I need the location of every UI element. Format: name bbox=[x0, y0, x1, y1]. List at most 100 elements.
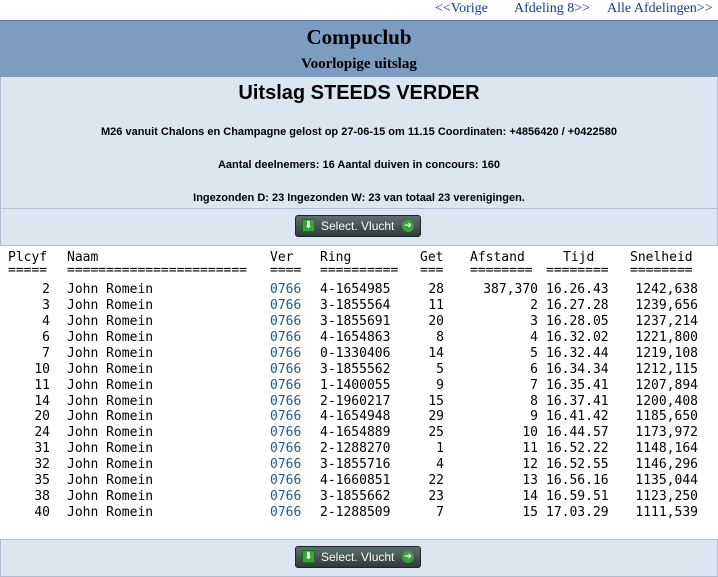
cell-naam: John Romein bbox=[67, 473, 154, 489]
cell-plcyf: 40 bbox=[34, 505, 50, 521]
cell-tijd: 16.44.57 bbox=[546, 425, 609, 441]
cell-afstand: 387,370 bbox=[483, 282, 538, 297]
cell-tijd: 16.26.43 bbox=[546, 282, 609, 297]
cell-ring: 4-1654948 bbox=[320, 409, 391, 425]
cell-ver[interactable]: 0766 bbox=[270, 282, 301, 298]
cell-ver[interactable]: 0766 bbox=[270, 425, 301, 441]
table-row: 11 John Romein 0766 1-1400055 9 7 16.35.41 1207… bbox=[0, 378, 718, 394]
cell-get: 14 bbox=[428, 345, 444, 361]
select-flight-button[interactable]: ⬇ Select. Vlucht ➔ bbox=[295, 215, 421, 237]
cell-naam: John Romein bbox=[67, 329, 154, 345]
cell-naam: John Romein bbox=[67, 361, 154, 377]
result-title: Uitslag STEEDS VERDER bbox=[238, 82, 480, 104]
cell-naam: John Romein bbox=[67, 457, 154, 473]
cell-get: 23 bbox=[428, 489, 444, 505]
cell-snelheid: 1135,044 bbox=[635, 473, 698, 489]
cell-tijd: 16.59.51 bbox=[546, 489, 609, 505]
participants-info: Aantal deelnemers: 16 Aantal duiven in c… bbox=[217, 159, 500, 171]
cell-ver[interactable]: 0766 bbox=[270, 409, 301, 425]
cell-get: 20 bbox=[428, 313, 444, 329]
underline-ver: ==== bbox=[270, 263, 302, 278]
cell-ver[interactable]: 0766 bbox=[270, 489, 301, 505]
table-row: 20 John Romein 0766 4-1654948 29 9 16.41.42 118… bbox=[0, 409, 718, 425]
cell-get: 8 bbox=[436, 329, 444, 345]
cell-get: 15 bbox=[428, 393, 444, 409]
top-navigation: <<Vorige Afdeling 8>> Alle Afdelingen>> bbox=[0, 0, 718, 20]
cell-snelheid: 1123,250 bbox=[635, 489, 698, 505]
underline-tijd: ======== bbox=[546, 263, 609, 278]
cell-get: 28 bbox=[428, 282, 444, 297]
cell-get: 22 bbox=[428, 473, 444, 489]
table-row: 14 John Romein 0766 2-1960217 15 8 16.37.41 120… bbox=[0, 394, 718, 410]
underline-plc: ===== bbox=[8, 263, 48, 278]
bottom-button-bar: ⬇ Select. Vlucht ➔ bbox=[0, 539, 718, 577]
download-icon: ⬇ bbox=[302, 219, 315, 232]
page-header: Compuclub Voorlopige uitslag bbox=[0, 20, 718, 77]
cell-plcyf: 11 bbox=[34, 377, 50, 393]
cell-naam: John Romein bbox=[67, 345, 154, 361]
cell-get: 9 bbox=[436, 377, 444, 393]
cell-snelheid: 1242,638 bbox=[635, 282, 698, 297]
underline-afstand: ======== bbox=[470, 263, 533, 278]
cell-plcyf: 2 bbox=[42, 282, 50, 297]
cell-afstand: 14 bbox=[522, 489, 538, 505]
cell-ver[interactable]: 0766 bbox=[270, 314, 301, 330]
cell-ring: 2-1288509 bbox=[320, 505, 391, 521]
cell-plcyf: 35 bbox=[34, 473, 50, 489]
cell-snelheid: 1200,408 bbox=[635, 393, 698, 409]
cell-plcyf: 31 bbox=[34, 441, 50, 457]
cell-naam: John Romein bbox=[67, 393, 154, 409]
cell-ver[interactable]: 0766 bbox=[270, 473, 301, 489]
cell-naam: John Romein bbox=[67, 489, 154, 505]
cell-naam: John Romein bbox=[67, 505, 154, 521]
cell-ver[interactable]: 0766 bbox=[270, 362, 301, 378]
cell-ver[interactable]: 0766 bbox=[270, 298, 301, 314]
cell-plcyf: 38 bbox=[34, 489, 50, 505]
select-flight-label: Select. Vlucht bbox=[321, 219, 395, 233]
arrow-right-icon: ➔ bbox=[402, 551, 414, 563]
cell-plcyf: 6 bbox=[42, 329, 50, 345]
cell-afstand: 9 bbox=[530, 409, 538, 425]
table-row: 7 John Romein 0766 0-1330406 14 5 16.32.44 1219… bbox=[0, 346, 718, 362]
cell-ring: 3-1855562 bbox=[320, 361, 391, 377]
cell-ring: 3-1855691 bbox=[320, 313, 391, 329]
cell-get: 7 bbox=[436, 505, 444, 521]
cell-tijd: 16.34.34 bbox=[546, 361, 609, 377]
cell-get: 29 bbox=[428, 409, 444, 425]
cell-snelheid: 1146,296 bbox=[635, 457, 698, 473]
cell-get: 1 bbox=[436, 441, 444, 457]
club-title: Compuclub bbox=[306, 25, 412, 49]
all-afdelingen-link[interactable]: Alle Afdelingen>> bbox=[607, 1, 713, 17]
cell-ver[interactable]: 0766 bbox=[270, 346, 301, 362]
table-row: 40 John Romein 0766 2-1288509 7 15 17.03.29 111… bbox=[0, 505, 718, 521]
cell-afstand: 2 bbox=[530, 297, 538, 313]
cell-ring: 3-1855716 bbox=[320, 457, 391, 473]
cell-ring: 4-1660851 bbox=[320, 473, 391, 489]
cell-ver[interactable]: 0766 bbox=[270, 457, 301, 473]
afdeling-link[interactable]: Afdeling 8>> bbox=[514, 1, 590, 17]
cell-naam: John Romein bbox=[67, 377, 154, 393]
cell-ver[interactable]: 0766 bbox=[270, 330, 301, 346]
cell-get: 4 bbox=[436, 457, 444, 473]
cell-naam: John Romein bbox=[67, 441, 154, 457]
cell-tijd: 16.28.05 bbox=[546, 313, 609, 329]
cell-tijd: 17.03.29 bbox=[546, 505, 609, 521]
cell-ver[interactable]: 0766 bbox=[270, 505, 301, 521]
cell-plcyf: 14 bbox=[34, 393, 50, 409]
cell-afstand: 13 bbox=[522, 473, 538, 489]
cell-snelheid: 1212,115 bbox=[635, 361, 698, 377]
underline-snelheid: ======== bbox=[630, 263, 693, 278]
cell-afstand: 5 bbox=[530, 345, 538, 361]
cell-snelheid: 1148,164 bbox=[635, 441, 698, 457]
cell-ver[interactable]: 0766 bbox=[270, 394, 301, 410]
select-flight-button-bottom[interactable]: ⬇ Select. Vlucht ➔ bbox=[295, 546, 421, 568]
cell-get: 5 bbox=[436, 361, 444, 377]
underline-ring: ========== bbox=[320, 263, 399, 278]
cell-ver[interactable]: 0766 bbox=[270, 441, 301, 457]
cell-plcyf: 10 bbox=[34, 361, 50, 377]
cell-ver[interactable]: 0766 bbox=[270, 378, 301, 394]
table-row: 38 John Romein 0766 3-1855662 23 14 16.59.51 11… bbox=[0, 489, 718, 505]
select-flight-label: Select. Vlucht bbox=[321, 550, 395, 564]
previous-link[interactable]: <<Vorige bbox=[435, 1, 488, 17]
cell-plcyf: 20 bbox=[34, 409, 50, 425]
